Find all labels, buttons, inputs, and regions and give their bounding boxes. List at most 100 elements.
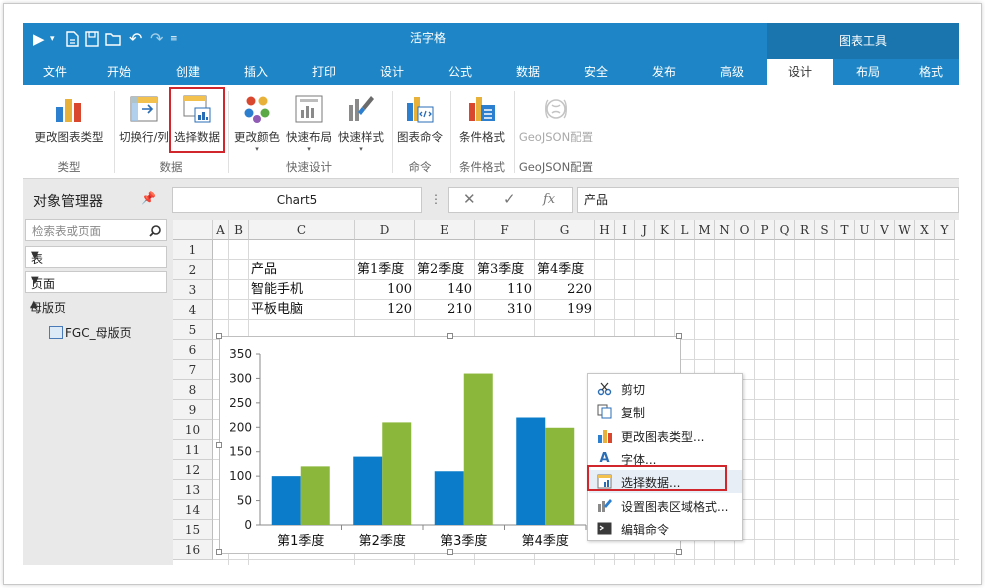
chart-command-button[interactable]: 图表命令 [394,89,446,155]
master-page-item[interactable]: FGC_母版页 [49,324,132,341]
format-chart-area-menu-item[interactable]: 设置图表区域格式... [589,494,742,517]
row-header[interactable]: 5 [173,320,213,340]
table-cell[interactable]: 140 [415,280,475,300]
table-cell[interactable]: 第4季度 [535,260,595,280]
pin-icon[interactable]: 📌 [141,191,156,205]
customize-toolbar-icon[interactable]: ≡ [170,29,178,49]
table-cell[interactable]: 第1季度 [355,260,415,280]
master-pages-section[interactable]: 母版页 ▲ [25,296,167,318]
resize-handle[interactable] [447,549,453,555]
table-cell[interactable]: 220 [535,280,595,300]
row-header[interactable]: 2 [173,260,213,280]
row-header[interactable]: 8 [173,380,213,400]
change-chart-type-menu-item[interactable]: 更改图表类型... [589,424,742,447]
column-header[interactable]: R [795,220,815,240]
table-cell[interactable]: 310 [475,300,535,320]
table-cell[interactable]: 120 [355,300,415,320]
resize-handle[interactable] [216,549,222,555]
row-header[interactable]: 11 [173,440,213,460]
column-header[interactable]: B [229,220,249,240]
column-header[interactable]: I [615,220,635,240]
formula-input[interactable]: 产品 [577,187,959,213]
redo-icon[interactable]: ↷ [150,29,163,49]
table-cell[interactable]: 第2季度 [415,260,475,280]
conditional-format-button[interactable]: 条件格式 [452,89,512,155]
copy-menu-item[interactable]: 复制 [589,400,742,423]
cut-menu-item[interactable]: 剪切 [589,377,742,400]
tab-create[interactable]: 创建 [164,59,212,85]
table-cell[interactable]: 智能手机 [249,280,355,300]
new-file-icon[interactable] [65,31,79,51]
column-header[interactable]: W [895,220,915,240]
column-header[interactable]: T [835,220,855,240]
column-header[interactable]: P [755,220,775,240]
column-header[interactable]: X [915,220,935,240]
tab-formula[interactable]: 公式 [436,59,484,85]
column-header[interactable]: H [595,220,615,240]
edit-command-menu-item[interactable]: 编辑命令 [589,517,742,540]
row-header[interactable]: 14 [173,500,213,520]
column-header[interactable]: M [695,220,715,240]
resize-handle[interactable] [216,442,222,448]
row-header[interactable]: 7 [173,360,213,380]
run-dropdown-icon[interactable]: ▾ [50,29,55,49]
tab-publish[interactable]: 发布 [640,59,688,85]
row-header[interactable]: 12 [173,460,213,480]
tab-insert[interactable]: 插入 [232,59,280,85]
column-header[interactable]: C [249,220,355,240]
undo-icon[interactable]: ↶ [129,29,142,49]
column-header[interactable]: E [415,220,475,240]
row-header[interactable]: 16 [173,540,213,560]
column-header[interactable]: L [675,220,695,240]
row-header[interactable]: 6 [173,340,213,360]
column-header[interactable]: V [875,220,895,240]
column-header[interactable]: N [715,220,735,240]
tab-home[interactable]: 开始 [95,59,143,85]
tables-dropdown[interactable]: 表 ▼ [25,246,167,268]
fx-icon[interactable]: fx [543,192,555,207]
row-header[interactable]: 4 [173,300,213,320]
change-chart-type-button[interactable]: 更改图表类型 [27,89,111,155]
column-header[interactable]: S [815,220,835,240]
confirm-icon[interactable]: ✓ [503,190,516,208]
quick-style-button[interactable]: 快速样式 ▾ [335,89,387,155]
run-icon[interactable]: ▶ [33,29,45,49]
column-header[interactable]: F [475,220,535,240]
resize-handle[interactable] [216,333,222,339]
column-header[interactable]: J [635,220,655,240]
geojson-config-button[interactable]: GeoJSON配置 [516,89,596,155]
tab-print[interactable]: 打印 [300,59,348,85]
column-header[interactable]: G [535,220,595,240]
quick-layout-button[interactable]: 快速布局 ▾ [283,89,335,155]
open-folder-icon[interactable] [105,31,123,51]
tab-data[interactable]: 数据 [504,59,552,85]
change-colors-button[interactable]: 更改颜色 ▾ [231,89,283,155]
column-header[interactable]: O [735,220,755,240]
pages-dropdown[interactable]: 页面 ▼ [25,271,167,293]
table-cell[interactable]: 平板电脑 [249,300,355,320]
tab-file[interactable]: 文件 [31,59,79,85]
tab-security[interactable]: 安全 [572,59,620,85]
save-icon[interactable] [85,31,99,51]
object-search-input[interactable]: 检索表或页面 [25,219,167,241]
row-header[interactable]: 10 [173,420,213,440]
column-header[interactable]: U [855,220,875,240]
row-header[interactable]: 3 [173,280,213,300]
table-cell[interactable]: 第3季度 [475,260,535,280]
name-box[interactable]: Chart5 [172,187,422,213]
tab-design[interactable]: 设计 [368,59,416,85]
resize-handle[interactable] [447,333,453,339]
column-header[interactable]: K [655,220,675,240]
column-header[interactable]: Q [775,220,795,240]
column-header[interactable]: D [355,220,415,240]
switch-row-column-button[interactable]: 切换行/列 [115,89,173,155]
table-cell[interactable]: 210 [415,300,475,320]
table-cell[interactable]: 110 [475,280,535,300]
table-cell[interactable]: 199 [535,300,595,320]
row-header[interactable]: 13 [173,480,213,500]
resize-handle[interactable] [676,549,682,555]
cancel-icon[interactable]: ✕ [463,190,476,208]
tab-chart-design[interactable]: 设计 [767,59,833,85]
tab-advanced[interactable]: 高级 [708,59,756,85]
column-header[interactable]: Y [935,220,955,240]
